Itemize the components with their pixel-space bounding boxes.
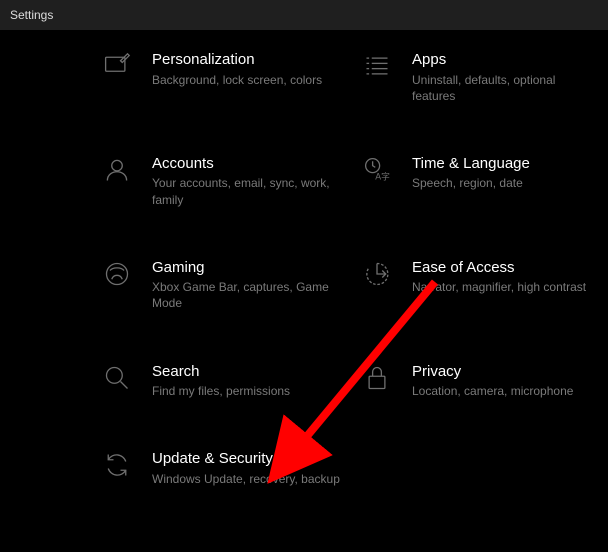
privacy-icon [360,364,394,392]
tile-subtitle: Your accounts, email, sync, work, family [152,175,342,207]
tile-title: Accounts [152,154,342,174]
settings-content: Personalization Background, lock screen,… [0,30,608,487]
gaming-icon [100,260,134,288]
tile-title: Time & Language [412,154,530,174]
tile-gaming[interactable]: Gaming Xbox Game Bar, captures, Game Mod… [100,258,350,312]
tile-subtitle: Uninstall, defaults, optional features [412,72,602,104]
settings-grid: Personalization Background, lock screen,… [100,50,568,487]
svg-text:A字: A字 [375,171,390,182]
tile-accounts[interactable]: Accounts Your accounts, email, sync, wor… [100,154,350,208]
search-icon [100,364,134,392]
titlebar: Settings [0,0,608,30]
tile-subtitle: Narrator, magnifier, high contrast [412,279,586,295]
tile-ease-of-access[interactable]: Ease of Access Narrator, magnifier, high… [360,258,608,312]
tile-subtitle: Speech, region, date [412,175,530,191]
tile-subtitle: Location, camera, microphone [412,383,573,399]
tile-title: Privacy [412,362,573,382]
update-security-icon [100,451,134,479]
time-language-icon: A字 [360,156,394,184]
ease-of-access-icon [360,260,394,288]
tile-personalization[interactable]: Personalization Background, lock screen,… [100,50,350,104]
tile-subtitle: Find my files, permissions [152,383,290,399]
tile-update-security[interactable]: Update & Security Windows Update, recove… [100,449,350,487]
tile-title: Ease of Access [412,258,586,278]
tile-subtitle: Windows Update, recovery, backup [152,471,340,487]
tile-title: Apps [412,50,602,70]
tile-subtitle: Background, lock screen, colors [152,72,322,88]
tile-privacy[interactable]: Privacy Location, camera, microphone [360,362,608,400]
accounts-icon [100,156,134,184]
tile-title: Update & Security [152,449,340,469]
personalization-icon [100,52,134,80]
tile-subtitle: Xbox Game Bar, captures, Game Mode [152,279,342,311]
tile-search[interactable]: Search Find my files, permissions [100,362,350,400]
tile-title: Gaming [152,258,342,278]
tile-title: Personalization [152,50,322,70]
window-title: Settings [10,8,53,22]
tile-time-language[interactable]: A字 Time & Language Speech, region, date [360,154,608,208]
apps-icon [360,52,394,80]
tile-title: Search [152,362,290,382]
tile-apps[interactable]: Apps Uninstall, defaults, optional featu… [360,50,608,104]
